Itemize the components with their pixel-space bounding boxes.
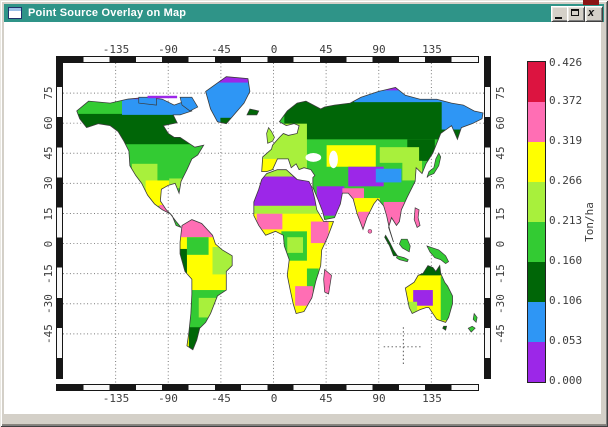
colorbar-band: [528, 342, 545, 382]
lat-tick-left: -30: [42, 294, 55, 314]
tasmania: [443, 326, 447, 330]
lon-tick-top: 90: [359, 43, 399, 56]
colorbar-tick: 0.106: [549, 294, 582, 307]
plot-frame-right: [484, 56, 491, 379]
continent-australia: [401, 262, 456, 325]
plot-frame-top: [56, 56, 479, 63]
lat-tick-right: -45: [494, 324, 507, 344]
lon-tick-bottom: 135: [412, 392, 452, 405]
colorbar-tick: 0.266: [549, 174, 582, 187]
lon-tick-top: 135: [412, 43, 452, 56]
borneo: [399, 239, 410, 252]
philippines: [414, 208, 420, 228]
lon-tick-top: 0: [254, 43, 294, 56]
colorbar-tick: 0.213: [549, 214, 582, 227]
lat-tick-left: 75: [42, 86, 55, 99]
colorbar-band: [528, 102, 545, 142]
window-title: Point Source Overlay on Map: [28, 7, 186, 19]
lon-tick-top: -135: [96, 43, 136, 56]
sumatra: [385, 235, 398, 256]
lon-tick-bottom: 0: [254, 392, 294, 405]
close-button[interactable]: x: [585, 6, 603, 22]
lat-tick-left: -15: [42, 264, 55, 284]
lon-tick-bottom: -90: [148, 392, 188, 405]
continent-south-america: [173, 215, 237, 357]
maximize-icon: [571, 9, 579, 16]
colorbar: [527, 61, 546, 383]
world-map-canvas[interactable]: [63, 63, 484, 384]
lon-tick-bottom: 90: [359, 392, 399, 405]
greenland: [201, 73, 255, 127]
colorbar-tick: 0.372: [549, 94, 582, 107]
colorbar-band: [528, 182, 545, 222]
close-icon: x: [588, 7, 594, 19]
plot-frame-bottom: [56, 384, 479, 391]
java: [396, 256, 408, 262]
lat-tick-left: 45: [42, 146, 55, 159]
app-window: Point Source Overlay on Map x: [0, 0, 608, 427]
colorbar-tick: 0.160: [549, 254, 582, 267]
lat-tick-left: 0: [42, 241, 55, 248]
britain: [267, 128, 275, 144]
lon-tick-top: 45: [306, 43, 346, 56]
maximize-button[interactable]: [567, 6, 585, 22]
lat-tick-left: 30: [42, 176, 55, 189]
colorbar-tick: 0.426: [549, 56, 582, 69]
lat-tick-right: 60: [494, 116, 507, 129]
colorbar-band: [528, 302, 545, 342]
lat-tick-left: -45: [42, 324, 55, 344]
colorbar-band: [528, 262, 545, 302]
sri-lanka: [368, 229, 372, 233]
lon-tick-top: -90: [148, 43, 188, 56]
window-bottom-bevel: [2, 424, 606, 425]
colorbar-unit-label: Ton/ha: [583, 202, 596, 242]
iceland: [247, 109, 259, 115]
lat-tick-right: 45: [494, 146, 507, 159]
colorbar-band: [528, 142, 545, 182]
lon-tick-bottom: -45: [201, 392, 241, 405]
lat-tick-left: 15: [42, 207, 55, 220]
lat-tick-right: 30: [494, 176, 507, 189]
new-zealand-south: [468, 326, 475, 332]
lat-tick-right: -15: [494, 264, 507, 284]
crosshair-cursor: [384, 327, 423, 366]
new-zealand-north: [473, 314, 477, 323]
madagascar: [324, 269, 332, 293]
lon-tick-bottom: -135: [96, 392, 136, 405]
lat-tick-right: 0: [494, 241, 507, 248]
lat-tick-right: 75: [494, 86, 507, 99]
colorbar-band: [528, 62, 545, 102]
lat-tick-right: 15: [494, 207, 507, 220]
colorbar-tick: 0.053: [549, 334, 582, 347]
colorbar-tick: 0.319: [549, 134, 582, 147]
new-guinea: [427, 246, 449, 264]
lat-tick-left: 60: [42, 116, 55, 129]
lon-tick-top: -45: [201, 43, 241, 56]
plot-frame-left: [56, 56, 63, 379]
minimize-icon: [555, 17, 562, 19]
colorbar-band: [528, 222, 545, 262]
window-icon: [8, 7, 22, 19]
lat-tick-right: -30: [494, 294, 507, 314]
lon-tick-bottom: 45: [306, 392, 346, 405]
colorbar-tick: 0.000: [549, 374, 582, 387]
background-window-fragment: [583, 0, 599, 5]
title-bar[interactable]: Point Source Overlay on Map: [4, 4, 604, 22]
